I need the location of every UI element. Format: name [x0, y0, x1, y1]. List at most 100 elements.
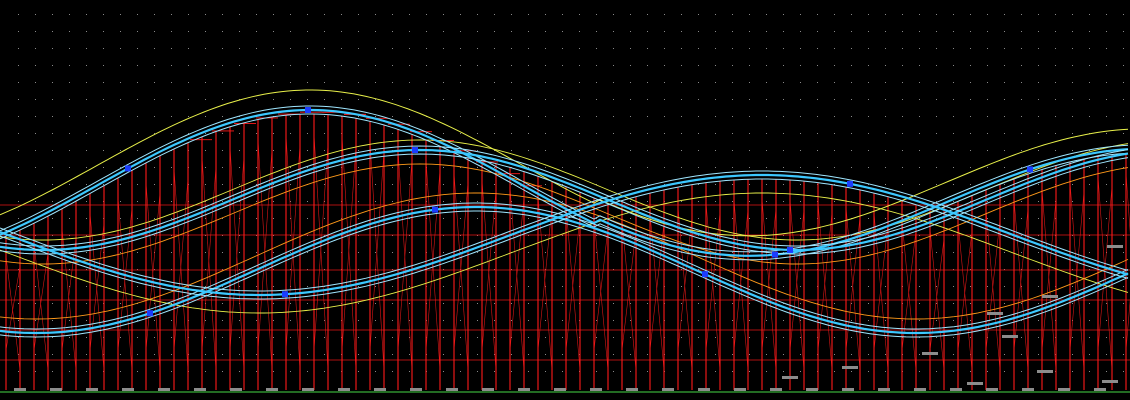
- grid-dot: [188, 48, 189, 49]
- grid-dot: [290, 252, 291, 253]
- grid-dot: [137, 65, 138, 66]
- grid-dot: [1038, 337, 1039, 338]
- grid-dot: [851, 82, 852, 83]
- grid-dot: [392, 337, 393, 338]
- grid-dot: [137, 371, 138, 372]
- grid-dot: [443, 201, 444, 202]
- grid-dot: [613, 252, 614, 253]
- grid-dot: [18, 218, 19, 219]
- grid-dot: [868, 82, 869, 83]
- grid-dot: [715, 286, 716, 287]
- grid-dot: [562, 99, 563, 100]
- grid-dot: [460, 286, 461, 287]
- grid-dot: [1089, 252, 1090, 253]
- grid-dot: [1123, 218, 1124, 219]
- grid-dot: [749, 201, 750, 202]
- grid-dot: [426, 48, 427, 49]
- grid-dot: [324, 354, 325, 355]
- grid-dot: [1038, 320, 1039, 321]
- grid-dot: [919, 184, 920, 185]
- grid-dot: [443, 303, 444, 304]
- node-marker: [702, 271, 708, 278]
- grid-dot: [885, 82, 886, 83]
- grid-dot: [766, 14, 767, 15]
- cad-viewport[interactable]: [0, 0, 1130, 400]
- grid-dot: [1038, 82, 1039, 83]
- grid-dot: [630, 252, 631, 253]
- grid-dot: [681, 116, 682, 117]
- grid-dot: [732, 184, 733, 185]
- grid-dot: [341, 14, 342, 15]
- grid-dot: [613, 14, 614, 15]
- grid-dot: [562, 150, 563, 151]
- grid-dot: [970, 65, 971, 66]
- grid-dot: [970, 184, 971, 185]
- grid-dot: [358, 31, 359, 32]
- grid-dot: [494, 184, 495, 185]
- grid-dot: [902, 65, 903, 66]
- grid-dot: [273, 133, 274, 134]
- grid-dot: [171, 218, 172, 219]
- grid-dot: [443, 371, 444, 372]
- grid-dot: [698, 371, 699, 372]
- grid-dot: [358, 218, 359, 219]
- grid-dot: [613, 371, 614, 372]
- grid-dot: [477, 354, 478, 355]
- grid-dot: [1021, 133, 1022, 134]
- grid-dot: [171, 354, 172, 355]
- grid-dot: [256, 354, 257, 355]
- grid-dot: [358, 286, 359, 287]
- footing-pad: [374, 388, 386, 391]
- grid-dot: [868, 167, 869, 168]
- grid-dot: [1106, 201, 1107, 202]
- footing-pad: [518, 388, 530, 391]
- grid-dot: [154, 48, 155, 49]
- grid-dot: [409, 371, 410, 372]
- grid-dot: [919, 133, 920, 134]
- grid-dot: [868, 116, 869, 117]
- grid-dot: [307, 133, 308, 134]
- grid-dot: [800, 167, 801, 168]
- grid-dot: [613, 65, 614, 66]
- grid-dot: [103, 184, 104, 185]
- grid-dot: [766, 320, 767, 321]
- grid-dot: [494, 218, 495, 219]
- grid-dot: [18, 184, 19, 185]
- grid-dot: [987, 31, 988, 32]
- grid-dot: [834, 354, 835, 355]
- grid-dot: [732, 218, 733, 219]
- grid-dot: [392, 116, 393, 117]
- grid-dot: [562, 252, 563, 253]
- grid-dot: [749, 99, 750, 100]
- grid-dot: [52, 82, 53, 83]
- grid-dot: [273, 82, 274, 83]
- grid-dot: [1055, 48, 1056, 49]
- grid-dot: [766, 218, 767, 219]
- grid-dot: [222, 14, 223, 15]
- grid-dot: [885, 133, 886, 134]
- grid-dot: [800, 286, 801, 287]
- node-marker: [772, 251, 778, 258]
- grid-dot: [800, 14, 801, 15]
- grid-dot: [698, 99, 699, 100]
- grid-dot: [460, 31, 461, 32]
- grid-dot: [936, 150, 937, 151]
- grid-dot: [18, 303, 19, 304]
- grid-dot: [358, 337, 359, 338]
- grid-dot: [18, 167, 19, 168]
- grid-dot: [494, 48, 495, 49]
- grid-dot: [171, 337, 172, 338]
- node-marker: [412, 147, 418, 154]
- grid-dot: [222, 320, 223, 321]
- grid-dot: [477, 252, 478, 253]
- grid-dot: [307, 82, 308, 83]
- grid-dot: [1089, 116, 1090, 117]
- grid-dot: [1123, 303, 1124, 304]
- grid-dot: [273, 303, 274, 304]
- grid-dot: [647, 371, 648, 372]
- grid-dot: [290, 320, 291, 321]
- grid-dot: [562, 82, 563, 83]
- grid-dot: [732, 167, 733, 168]
- grid-dot: [630, 65, 631, 66]
- grid-dot: [18, 48, 19, 49]
